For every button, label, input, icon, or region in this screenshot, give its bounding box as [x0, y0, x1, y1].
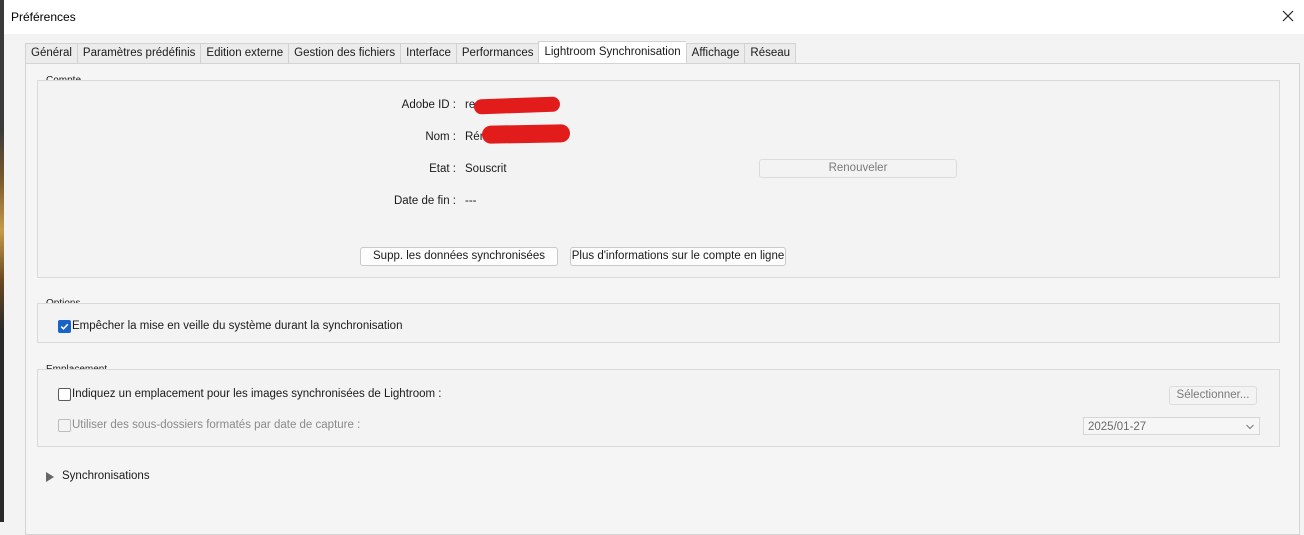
adobe-id-redaction	[473, 96, 561, 115]
state-label: Etat :	[429, 163, 456, 175]
tab-performance[interactable]: Performances	[455, 43, 539, 64]
tab-content-panel: Compte Adobe ID : re Nom : Rém Etat : So…	[25, 63, 1300, 535]
end-date-value: ---	[465, 195, 477, 207]
delete-synced-data-button[interactable]: Supp. les données synchronisées	[360, 247, 558, 266]
name-label: Nom :	[425, 131, 456, 143]
window-title: Préférences	[11, 10, 76, 24]
chevron-down-icon	[1246, 424, 1254, 430]
tab-network[interactable]: Réseau	[744, 43, 797, 64]
subfolders-label[interactable]: Utiliser des sous-dossiers formatés par …	[72, 419, 360, 431]
tab-display[interactable]: Affichage	[685, 43, 745, 64]
prevent-sleep-checkbox[interactable]	[58, 320, 71, 333]
tab-interface[interactable]: Interface	[400, 43, 456, 64]
date-format-select[interactable]: 2025/01-27	[1083, 417, 1260, 435]
checkmark-icon	[60, 323, 69, 330]
prevent-sleep-label[interactable]: Empêcher la mise en veille du système du…	[72, 320, 402, 332]
specify-location-checkbox[interactable]	[58, 388, 71, 401]
more-account-info-button[interactable]: Plus d'informations sur le compte en lig…	[570, 247, 786, 266]
tab-bar: Général Paramètres prédéfinis Edition ex…	[25, 41, 797, 64]
select-location-button[interactable]: Sélectionner...	[1169, 386, 1257, 405]
triangle-right-icon	[46, 472, 54, 482]
name-redaction	[481, 124, 571, 144]
state-value: Souscrit	[465, 163, 507, 175]
tab-external-editing[interactable]: Edition externe	[200, 43, 289, 64]
close-icon	[1282, 10, 1294, 22]
tab-general[interactable]: Général	[25, 43, 77, 64]
close-button[interactable]	[1276, 5, 1300, 27]
renew-button[interactable]: Renouveler	[759, 159, 957, 178]
subfolders-checkbox[interactable]	[58, 419, 71, 432]
date-format-value: 2025/01-27	[1088, 421, 1147, 433]
end-date-label: Date de fin :	[393, 195, 456, 207]
title-bar: Préférences	[4, 0, 1304, 34]
tab-presets[interactable]: Paramètres prédéfinis	[76, 43, 201, 64]
background-window-edge	[0, 0, 4, 522]
tab-file-handling[interactable]: Gestion des fichiers	[288, 43, 401, 64]
specify-location-label[interactable]: Indiquez un emplacement pour les images …	[72, 388, 441, 400]
synchronisations-label: Synchronisations	[62, 470, 150, 482]
tab-lightroom-sync[interactable]: Lightroom Synchronisation	[538, 41, 686, 64]
adobe-id-label: Adobe ID :	[401, 99, 456, 111]
